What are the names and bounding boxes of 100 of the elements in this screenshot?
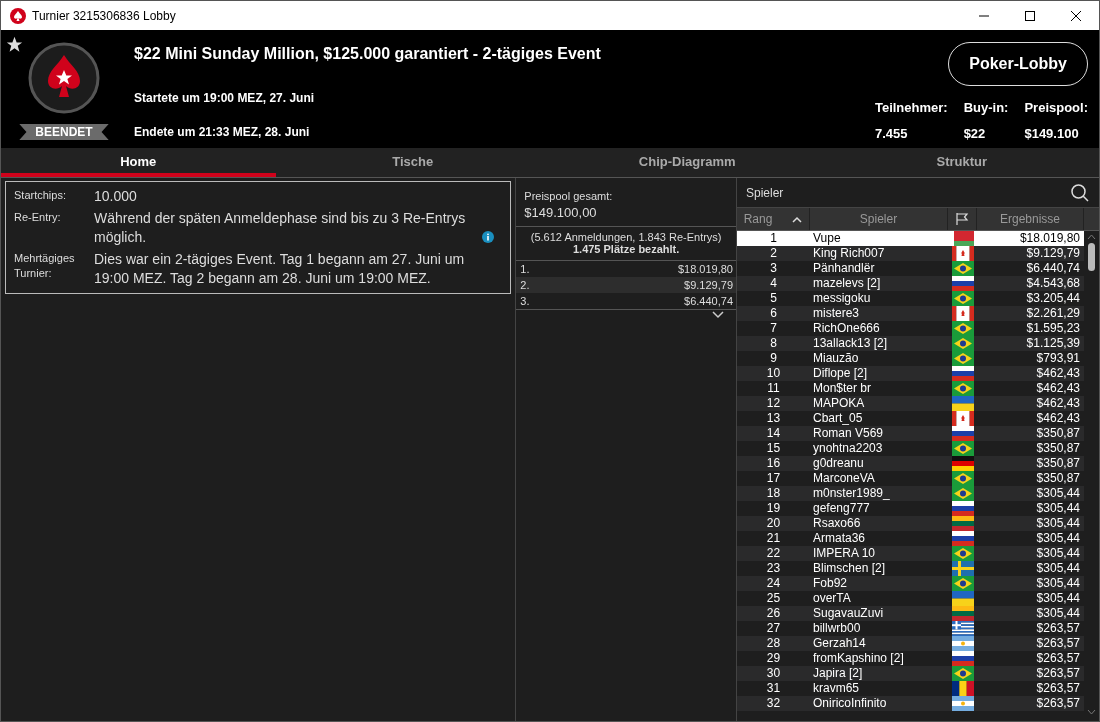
payout-amount: $18.019,80: [677, 262, 733, 277]
result-cell-text: $263,57: [1035, 621, 1081, 636]
start-time: Startete um 19:00 MEZ, 27. Juni: [134, 91, 316, 105]
result-cell-text: $263,57: [1035, 651, 1081, 666]
rank-cell-text: 18: [765, 486, 782, 501]
rank-cell: 1: [737, 231, 810, 246]
player-name-cell-text: RichOne666: [812, 321, 881, 336]
player-name-cell-text: mazelevs [2]: [812, 276, 882, 291]
player-name-cell-text: Rsaxo66: [812, 516, 862, 531]
detail-value: Dies war ein 2-tägiges Event. Tag 1 begann am 27. Juni um 19:00 MEZ. Tag 2 begann am 28. Juni um 19:00 MEZ.: [94, 250, 466, 288]
scrollbar-thumb[interactable]: [1088, 243, 1095, 271]
rank-cell-text: 4: [769, 276, 778, 291]
tab[interactable]: Struktur: [824, 148, 1099, 177]
end-time: Endete um 21:33 MEZ, 28. Juni: [134, 125, 311, 139]
tab[interactable]: Home: [1, 148, 276, 177]
column-header[interactable]: Ergebnisse: [977, 208, 1084, 230]
stat-label: Teilnehmer:: [874, 100, 948, 115]
player-name-cell-text: overTA: [812, 591, 852, 606]
result-cell-text: $305,44: [1035, 606, 1081, 621]
player-name-cell-text: Japira [2]: [812, 666, 864, 681]
rank-cell-text: 25: [765, 591, 782, 606]
entries-summary: (5.612 Anmeldungen, 1.843 Re-Entrys): [530, 231, 722, 243]
result-cell-text: $9.129,79: [1025, 246, 1081, 261]
rank-cell-text: 29: [765, 651, 782, 666]
result-cell-text: $305,44: [1035, 486, 1081, 501]
result-cell-text: $305,44: [1035, 531, 1081, 546]
rank-cell-text: 20: [765, 516, 782, 531]
rank-cell-text: 14: [765, 426, 782, 441]
detail-label: Mehrtägiges Turnier:: [14, 251, 76, 281]
column-header[interactable]: Rang: [737, 208, 810, 230]
rank-cell-text: 27: [765, 621, 782, 636]
rank-cell-text: 32: [765, 696, 782, 711]
rank-cell-text: 7: [769, 321, 778, 336]
player-name-cell-text: gefeng777: [812, 501, 871, 516]
payout-place: 2.: [520, 278, 530, 293]
maximize-icon[interactable]: [1025, 10, 1035, 21]
spade-logo-icon: [10, 7, 26, 24]
result-cell-text: $305,44: [1035, 546, 1081, 561]
rank-cell-text: 15: [765, 441, 782, 456]
player-name-cell-text: King Rich007: [812, 246, 886, 261]
detail-value: Während der späten Anmeldephase sind bis zu 3 Re-Entrys möglich.: [94, 209, 467, 247]
rank-cell-text: 17: [765, 471, 782, 486]
player-name-cell-text: Pänhandlër: [812, 261, 876, 276]
column-header[interactable]: Spieler: [810, 208, 948, 230]
result-cell-text: $2.261,29: [1025, 306, 1081, 321]
stat-label: Preispool:: [1024, 100, 1088, 115]
scroll-down-icon[interactable]: [1087, 709, 1096, 715]
poker-lobby-button[interactable]: Poker-Lobby: [948, 42, 1088, 86]
scroll-up-icon[interactable]: [1087, 234, 1096, 240]
player-name-cell-text: Diflope [2]: [812, 366, 869, 381]
tab[interactable]: Chip-Diagramm: [550, 148, 825, 177]
result-cell-text: $4.543,68: [1025, 276, 1081, 291]
player-name-cell-text: Blimschen [2]: [812, 561, 887, 576]
detail-label: Startchips:: [14, 188, 67, 203]
player-name-cell-text: billwrb00: [812, 621, 862, 636]
rank-cell-text: 24: [765, 576, 782, 591]
result-cell-text: $3.205,44: [1025, 291, 1081, 306]
expand-chevron-icon[interactable]: [712, 311, 724, 319]
payout-place: 1.: [520, 262, 530, 277]
rank-cell-text: 21: [765, 531, 782, 546]
rank-cell-text: 9: [769, 351, 778, 366]
result-cell-text: $350,87: [1035, 471, 1081, 486]
close-icon[interactable]: [1071, 10, 1081, 21]
payout-amount: $9.129,79: [684, 278, 733, 293]
player-name-cell-text: g0dreanu: [812, 456, 865, 471]
rank-cell-text: 3: [769, 261, 778, 276]
result-cell-text: $263,57: [1035, 666, 1081, 681]
result-cell-text: $462,43: [1035, 396, 1081, 411]
rank-cell-text: 23: [765, 561, 782, 576]
stat-value: 7.455: [874, 126, 909, 141]
rank-cell-text: 6: [769, 306, 778, 321]
prizepool-total: $149.100,00: [524, 205, 598, 220]
stat-label: Buy-in:: [963, 100, 1009, 115]
result-cell-text: $305,44: [1035, 516, 1081, 531]
favorite-star-icon[interactable]: [6, 36, 23, 53]
result-cell-text: $462,43: [1035, 366, 1081, 381]
player-name-cell-text: Cbart_05: [812, 411, 864, 426]
rank-cell-text: 28: [765, 636, 782, 651]
rank-cell-text: 16: [765, 456, 782, 471]
player-name-cell-text: fromKapshino [2]: [812, 651, 905, 666]
sort-caret-icon: [792, 215, 803, 223]
rank-cell-text: 10: [765, 366, 782, 381]
flag-icon[interactable]: [955, 212, 969, 226]
tab[interactable]: Tische: [275, 148, 550, 177]
result-cell-text: $1.595,23: [1025, 321, 1081, 336]
player-name-cell-text: kravm65: [812, 681, 860, 696]
result-cell-text: $350,87: [1035, 441, 1081, 456]
rank-cell-text: 12: [765, 396, 782, 411]
rank-cell-text: 30: [765, 666, 782, 681]
result-cell-text: $350,87: [1035, 426, 1081, 441]
tournament-title: $22 Mini Sunday Million, $125.000 garantiert - 2-tägiges Event: [134, 45, 602, 63]
rank-cell-text: 19: [765, 501, 782, 516]
player-name-cell-text: Fob92: [812, 576, 849, 591]
info-icon[interactable]: [482, 231, 494, 243]
search-icon[interactable]: [1071, 183, 1089, 202]
result-cell-text: $1.125,39: [1025, 336, 1081, 351]
result-cell-text: $305,44: [1035, 501, 1081, 516]
player-name-cell-text: Roman V569: [812, 426, 885, 441]
result-cell-text: $462,43: [1035, 381, 1081, 396]
player-name-cell: Vupe: [810, 231, 948, 246]
